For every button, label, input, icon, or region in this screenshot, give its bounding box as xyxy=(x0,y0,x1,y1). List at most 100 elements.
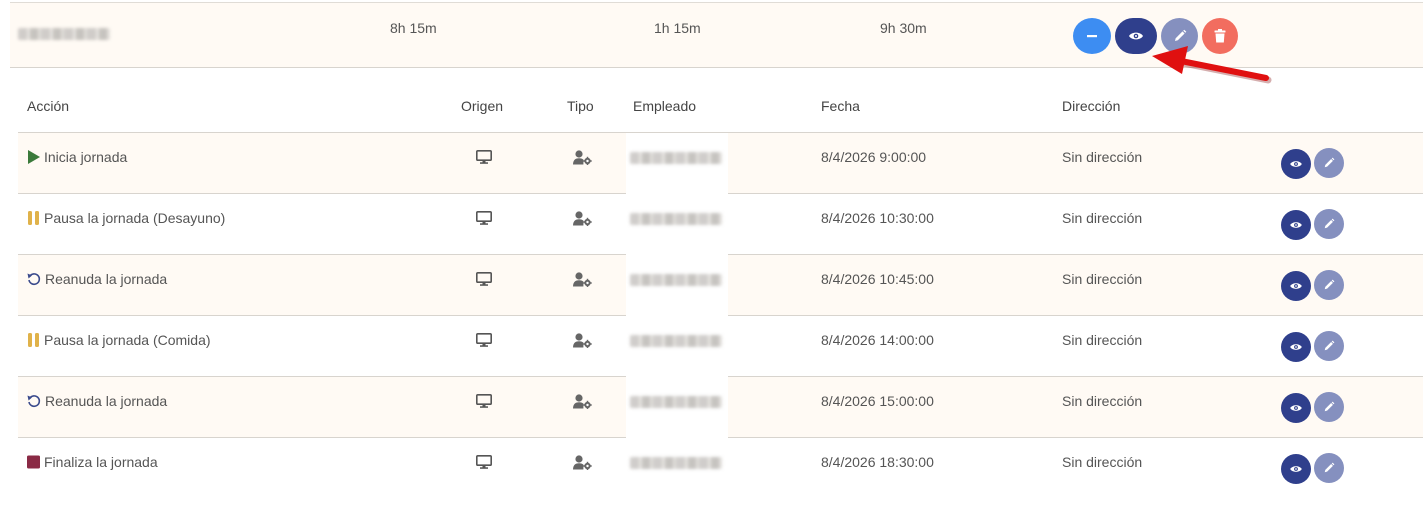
employee-name-blurred xyxy=(630,396,722,408)
action-label: Pausa la jornada (Comida) xyxy=(44,332,211,348)
date-cell: 8/4/2026 10:45:00 xyxy=(821,271,934,287)
employee-cell xyxy=(626,377,728,438)
summary-total: 9h 30m xyxy=(880,20,927,36)
eye-icon xyxy=(1129,32,1143,40)
date-cell: 8/4/2026 14:00:00 xyxy=(821,332,934,348)
monitor-icon xyxy=(476,333,492,352)
row-edit-button[interactable] xyxy=(1314,331,1344,361)
address-cell: Sin dirección xyxy=(1062,332,1143,348)
header-tipo: Tipo xyxy=(567,98,594,114)
monitor-icon xyxy=(476,272,492,291)
action-label: Reanuda la jornada xyxy=(45,393,168,409)
row-edit-button[interactable] xyxy=(1314,209,1344,239)
monitor-icon xyxy=(476,455,492,474)
play-icon xyxy=(27,150,40,164)
resume-icon xyxy=(27,394,41,408)
pencil-icon xyxy=(1323,401,1335,413)
pause-icon xyxy=(27,333,40,347)
table-row: Reanuda la jornada 8/4/2026 10:45:00 Sin d… xyxy=(18,255,1423,316)
row-edit-button[interactable] xyxy=(1314,392,1344,422)
row-view-button[interactable] xyxy=(1281,149,1311,179)
summary-worked: 8h 15m xyxy=(390,20,437,36)
action-cell: Reanuda la jornada xyxy=(27,393,167,409)
eye-icon xyxy=(1289,159,1303,169)
employee-name-blurred xyxy=(630,335,722,347)
date-cell: 8/4/2026 9:00:00 xyxy=(821,149,927,165)
minus-icon xyxy=(1087,35,1097,38)
date-cell: 8/4/2026 18:30:00 xyxy=(821,454,934,470)
date-cell: 8/4/2026 10:30:00 xyxy=(821,210,934,226)
address-cell: Sin dirección xyxy=(1062,271,1143,287)
address-cell: Sin dirección xyxy=(1062,149,1143,165)
action-label: Pausa la jornada (Desayuno) xyxy=(44,210,226,226)
table-row: Pausa la jornada (Comida) 8/4/2026 14:00:… xyxy=(18,316,1423,377)
employee-cell xyxy=(626,255,728,316)
action-cell: Pausa la jornada (Comida) xyxy=(27,332,211,348)
pencil-icon xyxy=(1323,279,1335,291)
table-row: Finaliza la jornada 8/4/2026 18:30:00 Sin … xyxy=(18,438,1423,499)
action-cell: Finaliza la jornada xyxy=(27,454,158,470)
header-empleado: Empleado xyxy=(633,98,697,114)
table-row: Pausa la jornada (Desayuno) 8/4/2026 10:3… xyxy=(18,194,1423,255)
employee-name-blurred xyxy=(630,152,722,164)
row-view-button[interactable] xyxy=(1281,393,1311,423)
pencil-icon xyxy=(1323,157,1335,169)
monitor-icon xyxy=(476,211,492,230)
employee-name-blurred xyxy=(630,274,722,286)
monitor-icon xyxy=(476,394,492,413)
eye-icon xyxy=(1289,403,1303,413)
header-accion: Acción xyxy=(27,98,70,114)
user-gear-icon xyxy=(573,211,592,231)
employee-cell xyxy=(626,194,728,255)
row-edit-button[interactable] xyxy=(1314,453,1344,483)
collapse-button[interactable] xyxy=(1073,18,1111,54)
user-gear-icon xyxy=(573,333,592,353)
action-label: Reanuda la jornada xyxy=(45,271,168,287)
employee-name-blurred xyxy=(630,213,722,225)
pencil-icon xyxy=(1323,340,1335,352)
address-cell: Sin dirección xyxy=(1062,210,1143,226)
row-view-button[interactable] xyxy=(1281,332,1311,362)
row-edit-button[interactable] xyxy=(1314,270,1344,300)
row-view-button[interactable] xyxy=(1281,210,1311,240)
employee-cell xyxy=(626,438,728,499)
pause-icon xyxy=(27,211,40,225)
employee-name-blurred xyxy=(18,28,110,40)
action-cell: Inicia jornada xyxy=(27,149,127,165)
action-label: Finaliza la jornada xyxy=(44,454,158,470)
table-header: Acción Origen Tipo Empleado Fecha Direcc… xyxy=(18,84,1423,133)
row-edit-button[interactable] xyxy=(1314,148,1344,178)
monitor-icon xyxy=(476,150,492,169)
address-cell: Sin dirección xyxy=(1062,454,1143,470)
eye-icon xyxy=(1289,281,1303,291)
eye-icon xyxy=(1289,464,1303,474)
user-gear-icon xyxy=(573,150,592,170)
pencil-icon xyxy=(1323,218,1335,230)
eye-icon xyxy=(1289,342,1303,352)
employee-cell xyxy=(626,316,728,377)
user-gear-icon xyxy=(573,272,592,292)
annotation-arrow-icon xyxy=(1152,46,1272,84)
events-table: Acción Origen Tipo Empleado Fecha Direcc… xyxy=(18,84,1423,499)
eye-icon xyxy=(1289,220,1303,230)
table-row: Reanuda la jornada 8/4/2026 15:00:00 Sin d… xyxy=(18,377,1423,438)
address-cell: Sin dirección xyxy=(1062,393,1143,409)
pencil-icon xyxy=(1174,29,1186,41)
header-fecha: Fecha xyxy=(821,98,860,114)
action-cell: Pausa la jornada (Desayuno) xyxy=(27,210,225,226)
header-origen: Origen xyxy=(461,98,504,114)
row-view-button[interactable] xyxy=(1281,454,1311,484)
user-gear-icon xyxy=(573,394,592,414)
stop-icon xyxy=(27,455,40,469)
employee-cell xyxy=(626,133,728,194)
user-gear-icon xyxy=(573,455,592,475)
action-cell: Reanuda la jornada xyxy=(27,271,167,287)
pencil-icon xyxy=(1323,462,1335,474)
trash-icon xyxy=(1214,29,1226,43)
action-label: Inicia jornada xyxy=(44,149,128,165)
date-cell: 8/4/2026 15:00:00 xyxy=(821,393,934,409)
row-view-button[interactable] xyxy=(1281,271,1311,301)
table-row: Inicia jornada 8/4/2026 9:00:00 Sin direcc… xyxy=(18,133,1423,194)
resume-icon xyxy=(27,272,41,286)
header-direccion: Dirección xyxy=(1062,98,1121,114)
